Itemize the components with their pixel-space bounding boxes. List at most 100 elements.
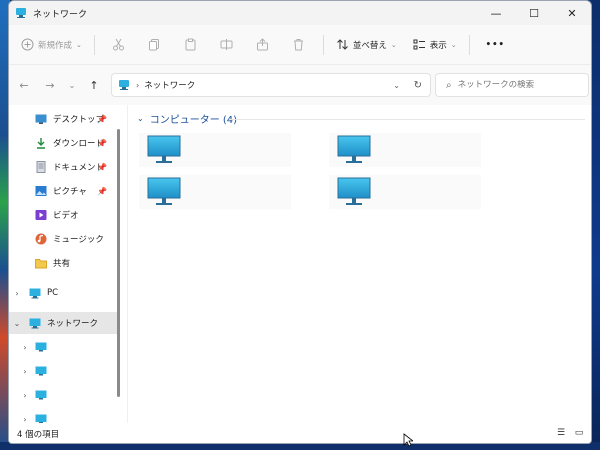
pin-icon[interactable]: 📌 — [97, 139, 107, 148]
trash-icon — [294, 39, 304, 51]
rename-button[interactable] — [209, 38, 245, 51]
content-pane[interactable]: ⌄ コンピューター (4) — [129, 105, 591, 423]
chevron-down-icon[interactable]: ⌄ — [137, 114, 144, 123]
pin-icon[interactable]: 📌 — [97, 115, 107, 124]
item-count: 4 個の項目 — [17, 430, 60, 440]
computer-icon — [35, 366, 47, 376]
sidebar-item-documents[interactable]: ドキュメント 📌 — [9, 156, 113, 178]
pc-icon — [29, 288, 41, 299]
forward-button[interactable]: → — [39, 74, 61, 96]
scissors-icon — [113, 38, 125, 51]
toolbar-divider — [93, 34, 95, 55]
pin-icon[interactable]: 📌 — [97, 163, 107, 172]
navigation-pane: デスクトップ 📌 ダウンロード 📌 ドキュメント 📌 ピクチャ 📌 ビデオ ミュ… — [9, 105, 123, 423]
more-options-icon: ••• — [485, 39, 505, 50]
rename-icon — [220, 39, 233, 50]
clipboard-icon — [185, 38, 196, 51]
cut-button[interactable] — [101, 38, 137, 51]
sidebar-item-shared[interactable]: 共有 — [9, 252, 113, 274]
search-input[interactable] — [457, 80, 578, 90]
music-icon — [35, 233, 47, 245]
network-icon — [16, 8, 26, 18]
back-button[interactable]: ← — [13, 74, 35, 96]
sidebar-item-label: ビデオ — [53, 211, 79, 221]
breadcrumb-separator-icon[interactable]: › — [136, 81, 139, 90]
sidebar-item-pc[interactable]: › PC — [9, 282, 113, 304]
computer-icon — [35, 414, 47, 423]
address-history-dropdown[interactable]: ⌄ — [393, 81, 400, 90]
sidebar-item-pictures[interactable]: ピクチャ 📌 — [9, 180, 113, 202]
computer-icon — [35, 342, 47, 352]
sidebar-item-network[interactable]: ⌄ ネットワーク — [9, 312, 119, 334]
computer-icon — [35, 390, 47, 400]
sidebar-item-music[interactable]: ミュージック — [9, 228, 113, 250]
chevron-down-icon[interactable]: ⌄ — [9, 319, 25, 328]
pane-divider[interactable] — [127, 105, 128, 423]
group-title: コンピューター (4) — [149, 115, 238, 126]
sort-icon — [337, 39, 348, 50]
share-icon — [257, 38, 269, 51]
sidebar-item-label: ネットワーク — [47, 319, 99, 329]
sidebar-item-label: ミュージック — [53, 235, 104, 245]
picture-icon — [35, 186, 47, 196]
pin-icon[interactable]: 📌 — [97, 187, 107, 196]
network-computer-tile[interactable] — [329, 175, 481, 209]
chevron-down-icon: ⌄ — [68, 80, 76, 90]
search-box[interactable]: ⌕ — [435, 73, 589, 97]
chevron-right-icon[interactable]: › — [9, 289, 25, 298]
maximize-button[interactable]: ☐ — [515, 1, 553, 25]
desktop-background-right — [592, 0, 600, 450]
sort-button-label: 並べ替え — [352, 40, 387, 51]
share-button[interactable] — [245, 38, 281, 51]
refresh-icon[interactable]: ↻ — [414, 80, 422, 91]
copy-button[interactable] — [137, 38, 173, 51]
tiles-view-icon[interactable]: ▭ — [573, 427, 585, 439]
sidebar-item-network-computer[interactable]: › — [9, 360, 113, 382]
sidebar-item-network-computer[interactable]: › — [9, 384, 113, 406]
sidebar-scrollbar[interactable] — [117, 129, 120, 397]
sidebar-item-videos[interactable]: ビデオ — [9, 204, 113, 226]
delete-button[interactable] — [281, 38, 317, 51]
up-button[interactable]: ↑ — [83, 74, 105, 96]
breadcrumb-network[interactable]: ネットワーク — [144, 79, 195, 91]
chevron-down-icon: ⌄ — [450, 40, 457, 49]
more-options-button[interactable]: ••• — [476, 31, 511, 59]
sidebar-item-network-computer[interactable]: › — [9, 336, 113, 358]
sidebar-item-label: PC — [47, 288, 59, 298]
new-button[interactable]: 新規作成 ⌄ — [15, 31, 88, 59]
details-view-icon[interactable]: ☰ — [555, 427, 567, 439]
view-toggle: ☰ ▭ — [555, 427, 585, 439]
paste-button[interactable] — [173, 38, 209, 51]
address-bar[interactable]: › ネットワーク ⌄ ↻ — [111, 73, 431, 97]
view-button-label: 表示 — [429, 40, 447, 51]
chevron-right-icon[interactable]: › — [17, 415, 33, 424]
computer-icon — [337, 135, 371, 163]
desktop-icon — [35, 114, 47, 124]
network-computer-tile[interactable] — [139, 175, 291, 209]
group-header-computers[interactable]: ⌄ コンピューター (4) — [137, 111, 237, 126]
network-computer-tile[interactable] — [139, 133, 291, 167]
mouse-cursor-icon — [403, 433, 413, 447]
recent-locations-button[interactable]: ⌄ — [61, 74, 83, 96]
computer-icon — [147, 177, 181, 205]
window-title: ネットワーク — [33, 9, 88, 20]
sidebar-item-desktop[interactable]: デスクトップ 📌 — [9, 108, 113, 130]
folder-icon — [35, 259, 47, 269]
chevron-right-icon[interactable]: › — [17, 367, 33, 376]
title-bar[interactable]: ネットワーク — ☐ ✕ — [9, 1, 591, 25]
toolbar-divider — [468, 34, 470, 55]
computer-icon — [337, 177, 371, 205]
network-computer-tile[interactable] — [329, 133, 481, 167]
minimize-button[interactable]: — — [477, 1, 515, 25]
sort-button[interactable]: 並べ替え ⌄ — [330, 31, 403, 59]
network-icon — [119, 80, 129, 90]
chevron-right-icon[interactable]: › — [17, 391, 33, 400]
close-button[interactable]: ✕ — [553, 1, 591, 25]
window-controls: — ☐ ✕ — [477, 1, 591, 25]
view-button[interactable]: 表示 ⌄ — [407, 31, 463, 59]
arrow-right-icon: → — [45, 78, 55, 92]
sidebar-item-label: ピクチャ — [53, 187, 87, 197]
sidebar-item-downloads[interactable]: ダウンロード 📌 — [9, 132, 113, 154]
sidebar-item-network-computer[interactable]: › — [9, 408, 113, 423]
chevron-right-icon[interactable]: › — [17, 343, 33, 352]
